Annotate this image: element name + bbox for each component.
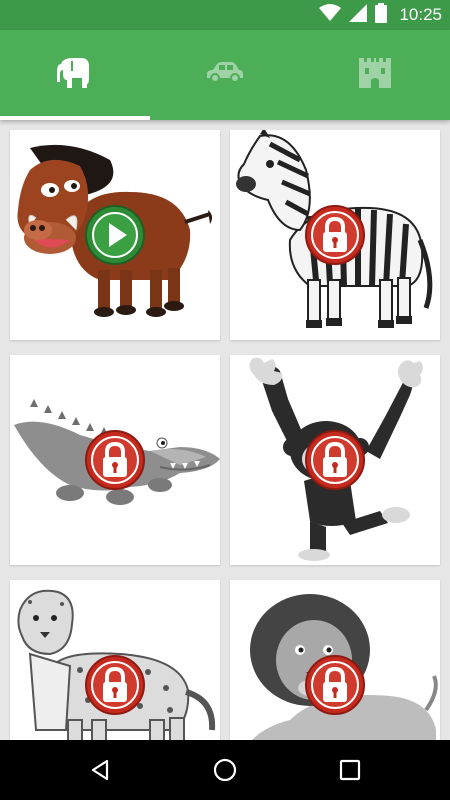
lock-icon xyxy=(305,205,365,265)
card-warthog[interactable] xyxy=(10,130,220,340)
car-icon xyxy=(205,61,245,89)
status-time: 10:25 xyxy=(399,5,442,24)
tab-animals[interactable] xyxy=(0,30,150,120)
lock-badge[interactable] xyxy=(305,430,365,490)
status-bar: 10:25 xyxy=(0,0,450,30)
back-button[interactable] xyxy=(60,740,140,800)
back-icon xyxy=(91,759,109,781)
lock-badge[interactable] xyxy=(85,430,145,490)
lock-badge[interactable] xyxy=(305,655,365,715)
play-badge[interactable] xyxy=(85,205,145,265)
animal-grid xyxy=(0,120,450,740)
signal-icon xyxy=(349,3,368,27)
recents-button[interactable] xyxy=(310,740,390,800)
lock-icon xyxy=(305,430,365,490)
home-button[interactable] xyxy=(185,740,265,800)
card-lion[interactable] xyxy=(230,580,440,740)
lock-icon xyxy=(85,430,145,490)
tab-bar xyxy=(0,30,450,120)
lock-badge[interactable] xyxy=(305,205,365,265)
card-leopard[interactable] xyxy=(10,580,220,740)
tab-vehicles[interactable] xyxy=(150,30,300,120)
play-icon xyxy=(85,205,145,265)
navigation-bar xyxy=(0,740,450,800)
status-icons: 10:25 xyxy=(319,2,442,28)
tab-castles[interactable] xyxy=(300,30,450,120)
card-crocodile[interactable] xyxy=(10,355,220,565)
castle-icon xyxy=(359,57,391,93)
card-monkey[interactable] xyxy=(230,355,440,565)
recents-icon xyxy=(339,759,361,781)
lock-icon xyxy=(305,655,365,715)
card-zebra[interactable] xyxy=(230,130,440,340)
home-icon xyxy=(213,758,237,782)
elephant-icon xyxy=(57,57,93,93)
wifi-icon xyxy=(319,3,342,27)
lock-icon xyxy=(85,655,145,715)
battery-icon xyxy=(375,2,388,28)
lock-badge[interactable] xyxy=(85,655,145,715)
